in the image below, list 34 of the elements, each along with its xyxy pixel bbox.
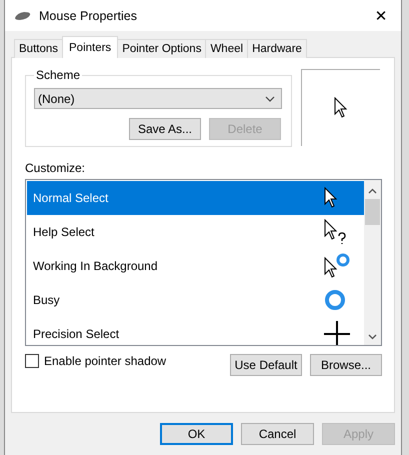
arrow-pointer-icon [334,97,348,119]
crosshair-icon [324,321,350,345]
pointer-button[interactable]: Browse... [310,354,382,376]
help-pointer-icon [324,219,348,245]
pointer-button[interactable]: Use Default [230,354,302,376]
scroll-down-icon[interactable] [368,334,377,340]
tab[interactable]: Pointers [62,36,118,58]
scheme-dropdown[interactable]: (None) [34,88,282,109]
window-title: Mouse Properties [39,8,138,22]
scrollbar[interactable] [364,180,381,345]
dialog-button[interactable]: OK [160,423,233,445]
chevron-down-icon [265,96,275,102]
tab[interactable]: Wheel [205,39,248,58]
busy-ring-icon [324,289,346,311]
close-button[interactable]: ✕ [361,0,401,31]
tab[interactable]: Hardware [247,39,307,58]
dialog-button[interactable]: Cancel [241,423,314,445]
scheme-button[interactable]: Save As... [129,118,201,140]
customize-label: Customize: [25,161,86,175]
pointer-list-item[interactable]: Precision Select [27,317,364,345]
checkbox-label[interactable]: Enable pointer shadow [44,354,166,368]
working-pointer-icon [324,253,350,279]
pointer-list-item[interactable]: Busy [27,283,364,317]
mouse-icon [14,10,32,20]
scroll-up-icon[interactable] [368,188,377,194]
arrow-pointer-icon [324,187,338,209]
scrollbar-thumb[interactable] [365,199,380,225]
tab[interactable]: Buttons [14,39,63,58]
pointer-list-item[interactable]: Normal Select [27,181,364,215]
checkbox[interactable] [25,354,39,368]
group-label: Scheme [35,68,82,82]
pointer-list-item[interactable]: Help Select [27,215,364,249]
pointer-list-item[interactable]: Working In Background [27,249,364,283]
tab[interactable]: Pointer Options [117,39,206,58]
